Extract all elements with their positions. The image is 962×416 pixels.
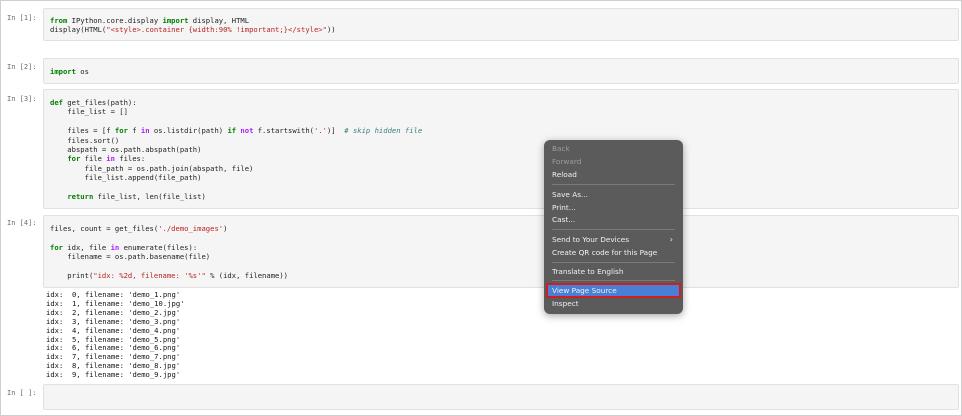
code-token: f.startswith( <box>253 126 314 136</box>
code-token: )] <box>326 126 345 136</box>
code-token: "idx: %2d, filename: '%s'" <box>93 271 206 281</box>
code-token: files.sort() <box>50 135 120 145</box>
code-token: )) <box>326 25 336 35</box>
code-input-4[interactable]: files, count = get_files('./demo_images'… <box>43 215 959 288</box>
code-token: abspath = os.path.abspath(path) <box>50 145 202 155</box>
code-input-2[interactable]: import os <box>43 58 959 84</box>
code-token: not <box>240 126 254 136</box>
code-line: files = [f for f in os.listdir(path) if … <box>50 126 422 135</box>
code-token: file_list = [] <box>50 107 128 117</box>
cell-prompt: In [ ]: <box>7 389 37 397</box>
menu-separator <box>552 229 675 230</box>
code-line: return file_list, len(file_list) <box>50 192 206 202</box>
code-token: file_list.append(file_path) <box>50 173 202 183</box>
menu-separator <box>552 184 675 185</box>
output-line: idx: 9, filename: 'demo_9.jpg' <box>46 370 181 380</box>
code-token: file_list, len(file_list) <box>93 192 206 202</box>
code-line: display(HTML("<style>.container {width:9… <box>50 25 336 34</box>
menu-item-forward[interactable]: Forward <box>552 156 675 168</box>
menu-item-back[interactable]: Back <box>552 143 675 155</box>
menu-item-inspect[interactable]: Inspect <box>552 298 675 310</box>
cell-prompt: In [1]: <box>7 14 37 22</box>
code-token: idx, file <box>62 242 111 252</box>
code-line: for file in files: <box>50 154 145 163</box>
code-token: in <box>110 242 120 252</box>
code-token: ) <box>223 224 228 233</box>
code-token: from <box>50 16 68 25</box>
code-token: files, count = get_files( <box>50 224 159 233</box>
code-text: files, count = get_files('./demo_images'… <box>44 216 958 280</box>
menu-item-translate[interactable]: Translate to English <box>552 266 675 278</box>
menu-item-qr-code[interactable]: Create QR code for this Page <box>552 247 675 259</box>
code-token: '.' <box>314 126 327 136</box>
code-token: % (idx, filename)) <box>205 271 289 281</box>
code-line: file_list.append(file_path) <box>50 173 202 183</box>
code-line: for idx, file in enumerate(files): <box>50 243 197 252</box>
menu-item-print[interactable]: Print... <box>552 202 675 214</box>
code-token: files: <box>114 154 146 164</box>
code-token: for <box>67 154 81 164</box>
code-token: "<style>.container {width:90% !important… <box>106 25 327 35</box>
code-token: f <box>127 126 141 136</box>
code-line: from IPython.core.display import display… <box>50 16 249 25</box>
code-token: import <box>162 16 189 25</box>
code-token: # skip hidden file <box>344 126 423 136</box>
cell-prompt: In [4]: <box>7 219 37 227</box>
menu-separator <box>552 280 675 281</box>
cell-prompt: In [2]: <box>7 63 37 71</box>
code-token: os <box>75 67 89 76</box>
code-line: files.sort() <box>50 136 119 145</box>
code-token: files = [f <box>50 126 115 136</box>
code-line: print("idx: %2d, filename: '%s'" % (idx,… <box>50 271 288 280</box>
chevron-right-icon: › <box>669 235 673 244</box>
menu-item-reload[interactable]: Reload <box>552 169 675 181</box>
code-token: def <box>50 98 63 107</box>
code-line: file_path = os.path.join(abspath, file) <box>50 163 254 173</box>
code-line: import os <box>50 67 89 76</box>
menu-item-save-as[interactable]: Save As... <box>552 189 675 201</box>
code-line: filename = os.path.basename(file) <box>50 252 210 261</box>
cell-output: idx: 0, filename: 'demo_1.png' idx: 1, fi… <box>46 290 184 380</box>
code-token: in <box>140 126 150 136</box>
code-token: display(HTML( <box>50 25 107 35</box>
menu-separator <box>552 262 675 263</box>
code-token: display, HTML <box>188 16 250 25</box>
code-input-1[interactable]: from IPython.core.display import display… <box>43 8 959 41</box>
code-line: abspath = os.path.abspath(path) <box>50 145 201 154</box>
code-token: get_files(path): <box>62 98 137 107</box>
code-token: file_path = os.path.join(abspath, file) <box>50 163 254 173</box>
menu-item-cast[interactable]: Cast... <box>552 214 675 226</box>
code-token: return <box>67 192 94 202</box>
code-token: './demo_images' <box>158 224 224 233</box>
menu-item-label: Send to Your Devices <box>552 235 629 244</box>
code-token: os.listdir(path) <box>149 126 228 136</box>
code-text: def get_files(path): file_list = [] file… <box>44 90 958 201</box>
notebook-frame: In [1]: from IPython.core.display import… <box>0 0 962 416</box>
code-token: for <box>114 126 128 136</box>
code-token: print( <box>50 271 94 281</box>
code-line: file_list = [] <box>50 107 128 116</box>
code-input-3[interactable]: def get_files(path): file_list = [] file… <box>43 89 959 209</box>
code-token: IPython.core.display <box>67 16 163 25</box>
context-menu: Back Forward Reload Save As... Print... … <box>544 140 683 314</box>
code-line: files, count = get_files('./demo_images'… <box>50 224 227 233</box>
code-text: from IPython.core.display import display… <box>44 9 958 35</box>
code-token: import <box>50 67 76 76</box>
code-token: in <box>106 154 115 164</box>
code-input-5[interactable] <box>43 384 959 410</box>
code-token: for <box>50 242 63 252</box>
code-token: file <box>80 154 107 164</box>
code-token: filename = os.path.basename(file) <box>50 252 211 262</box>
code-line: def get_files(path): <box>50 98 137 107</box>
code-token: enumerate(files): <box>119 242 198 252</box>
cell-prompt: In [3]: <box>7 95 37 103</box>
code-text: import os <box>44 59 958 76</box>
code-token: if <box>227 126 237 136</box>
menu-item-send-to-devices[interactable]: Send to Your Devices › <box>552 234 675 246</box>
menu-item-view-source[interactable]: View Page Source <box>552 285 675 297</box>
